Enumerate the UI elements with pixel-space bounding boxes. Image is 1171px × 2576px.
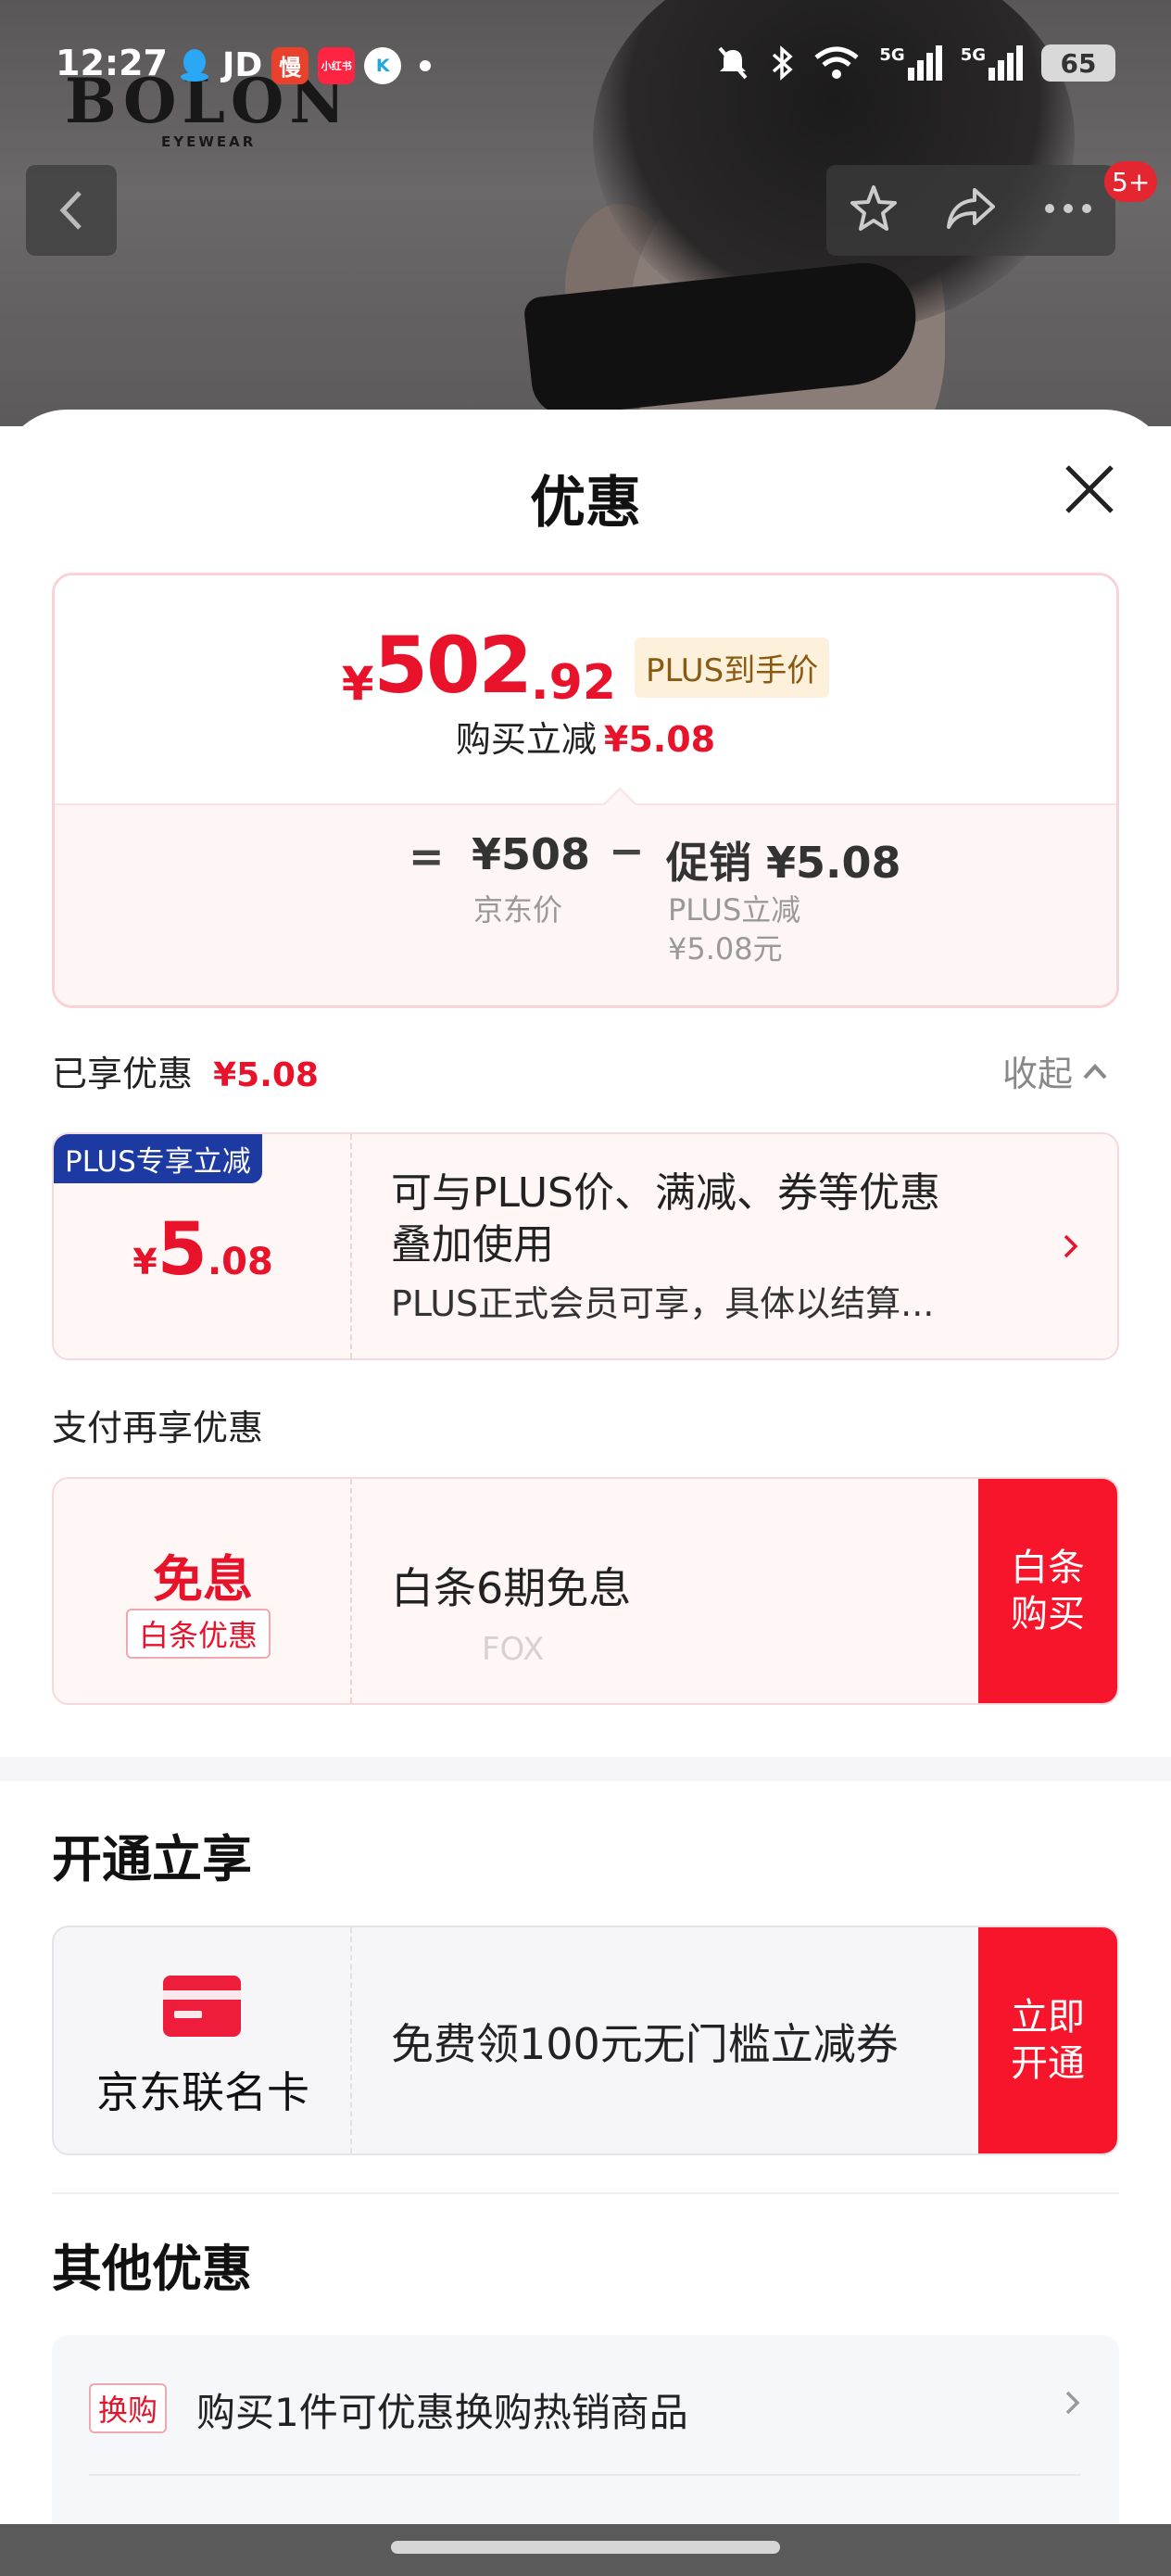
nav-action-group	[826, 165, 1115, 256]
baitiao-buy-label-1: 白条	[1011, 1547, 1085, 1589]
back-button[interactable]	[26, 165, 117, 256]
plus-price-tag: PLUS到手价	[635, 638, 830, 698]
interest-free-panel: 免息 白条优惠	[54, 1479, 352, 1703]
close-button[interactable]	[1062, 461, 1117, 517]
cobrand-card-text: 免费领100元无门槛立减券	[391, 2019, 899, 2069]
status-time: 12:27	[56, 43, 168, 83]
carrier-text: JD	[222, 46, 263, 84]
price-integer: 502	[373, 620, 533, 711]
plus-coupon-card[interactable]: PLUS专享立减 ¥5.08 可与PLUS价、满减、券等优惠 叠加使用 PLUS…	[52, 1132, 1119, 1360]
minus-sign: −	[609, 826, 645, 876]
mute-icon	[718, 46, 748, 80]
favorite-button[interactable]	[848, 183, 900, 238]
credit-card-icon	[163, 1976, 241, 2037]
promo-plus-amount: ¥5.08元	[668, 931, 783, 966]
home-indicator[interactable]	[391, 2541, 780, 2554]
qq-icon	[176, 47, 213, 84]
instant-discount-label: 购买立减	[455, 719, 597, 760]
section-divider	[0, 1757, 1171, 1781]
price-decimal: .92	[530, 655, 617, 711]
coupon-amount-dec: .08	[207, 1241, 273, 1283]
coupon-title-line-2: 叠加使用	[391, 1221, 554, 1269]
cobrand-card-panel: 京东联名卡	[54, 1927, 352, 2153]
enjoyed-label: 已享优惠	[52, 1054, 194, 1094]
promo-plus-label: PLUS立减	[668, 892, 801, 928]
open-now-label-1: 立即	[1011, 1996, 1085, 2039]
collapse-label: 收起	[1002, 1054, 1074, 1094]
signal-5g-1: 5G	[879, 45, 942, 81]
bluetooth-icon	[773, 45, 794, 81]
coupon-amount-panel: PLUS专享立减 ¥5.08	[54, 1134, 352, 1358]
swap-offer-text: 购买1件可优惠换购热销商品	[196, 2390, 688, 2435]
watermark: FOX	[482, 1631, 545, 1668]
baitiao-tag: 白条优惠	[126, 1609, 271, 1659]
share-button[interactable]	[943, 183, 999, 238]
star-icon	[850, 185, 898, 231]
promo-value: 促销 ¥5.08	[666, 838, 901, 888]
pay-section-label: 支付再享优惠	[52, 1408, 264, 1448]
dot-icon	[420, 59, 432, 71]
baitiao-buy-label-2: 购买	[1011, 1593, 1085, 1635]
chevron-left-icon	[59, 191, 82, 230]
cobrand-card-offer[interactable]: 京东联名卡 免费领100元无门槛立减券 立即 开通	[52, 1926, 1119, 2155]
price-breakdown-card: ¥ 502 .92 PLUS到手价 购买立减 ¥5.08 = ¥508 京东价 −…	[52, 573, 1119, 1008]
coupon-amount-int: 5	[157, 1208, 208, 1292]
coupon-currency: ¥	[132, 1242, 157, 1282]
share-icon	[946, 188, 995, 229]
battery-indicator: 65	[1041, 44, 1115, 82]
baitiao-interest-free-card[interactable]: 免息 白条优惠 白条6期免息 白条 购买	[52, 1477, 1119, 1705]
status-right: 5G 5G 65	[714, 44, 1115, 82]
status-bar: 12:27 JD 慢 小红书 K 5G 5G 65	[0, 33, 1171, 98]
coupon-description: PLUS正式会员可享，具体以结算...	[391, 1283, 935, 1324]
more-dots-icon	[1044, 204, 1091, 213]
final-price-row: ¥ 502 .92 PLUS到手价	[55, 620, 1116, 711]
instant-discount-line: 购买立减 ¥5.08	[55, 711, 1116, 762]
chevron-right-icon	[1064, 1234, 1078, 1258]
baitiao-offer-text: 白条6期免息	[391, 1563, 632, 1613]
interest-free-title: 免息	[153, 1550, 253, 1609]
thin-divider	[52, 2192, 1119, 2194]
more-button[interactable]	[1042, 201, 1094, 220]
open-now-button[interactable]: 立即 开通	[978, 1927, 1117, 2153]
sheet-title: 优惠	[530, 471, 641, 536]
enjoyed-value: ¥5.08	[213, 1056, 319, 1094]
coupon-title-line-1: 可与PLUS价、满减、券等优惠	[391, 1169, 940, 1217]
swap-tag: 换购	[89, 2383, 168, 2433]
message-count-badge: 5+	[1104, 161, 1158, 202]
enjoyed-discount-row: 已享优惠 ¥5.08	[52, 1045, 319, 1096]
collapse-toggle[interactable]: 收起	[1002, 1045, 1108, 1096]
jd-price-value: ¥508	[472, 829, 591, 879]
baitiao-buy-button[interactable]: 白条 购买	[978, 1479, 1117, 1703]
open-now-label-2: 开通	[1011, 2042, 1085, 2085]
price-currency: ¥	[341, 657, 374, 711]
signal-5g-2: 5G	[961, 45, 1023, 81]
xiaohongshu-icon: 小红书	[318, 46, 356, 84]
coupon-amount: ¥5.08	[54, 1208, 352, 1292]
coupon-title: 可与PLUS价、满减、券等优惠 叠加使用	[391, 1168, 940, 1271]
k-app-icon: K	[364, 46, 402, 84]
manbuy-icon: 慢	[271, 46, 309, 84]
discount-sheet: 优惠 ¥ 502 .92 PLUS到手价 购买立减 ¥5.08 = ¥508 京东…	[0, 410, 1171, 2576]
cobrand-card-name: 京东联名卡	[96, 2067, 309, 2117]
status-app-icons: JD 慢 小红书 K	[176, 46, 432, 84]
plus-exclusive-flag: PLUS专享立减	[54, 1134, 262, 1183]
chevron-up-icon	[1083, 1063, 1107, 1079]
chevron-right-icon	[1065, 2391, 1080, 2415]
wifi-icon	[814, 46, 859, 79]
row-divider	[89, 2474, 1080, 2476]
equals-sign: =	[409, 831, 445, 881]
instant-discount-value: ¥5.08	[603, 719, 716, 760]
other-section-title: 其他优惠	[52, 2240, 252, 2298]
close-icon	[1065, 465, 1114, 513]
open-section-title: 开通立享	[52, 1830, 252, 1888]
jd-price-label: 京东价	[473, 892, 563, 928]
